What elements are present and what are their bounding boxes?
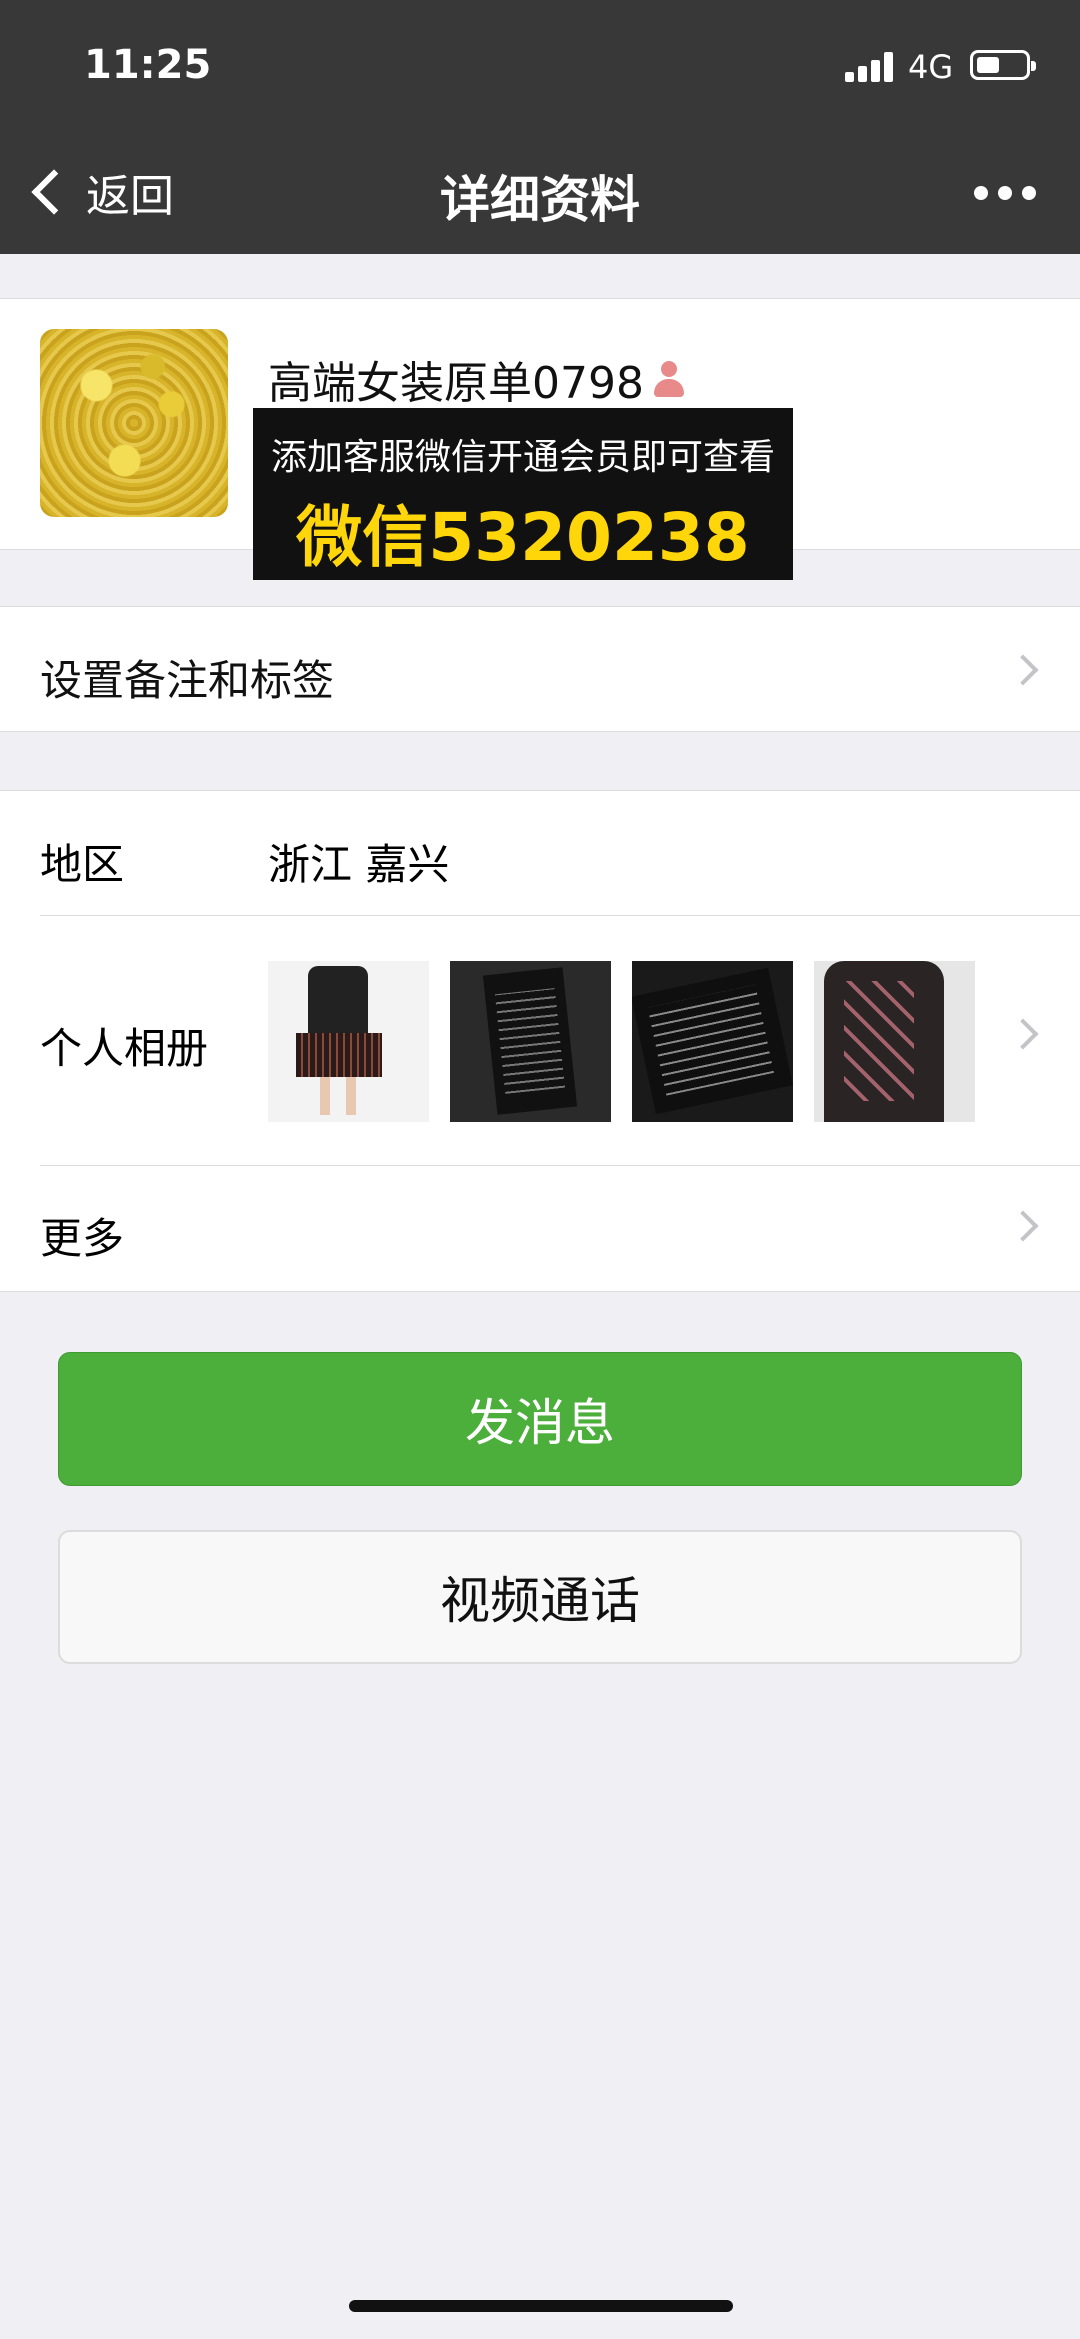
region-label: 地区 xyxy=(40,840,125,889)
chevron-right-icon xyxy=(1007,1210,1039,1242)
divider xyxy=(40,915,1080,916)
album-thumb-dress xyxy=(268,961,429,1122)
divider xyxy=(40,1165,1080,1166)
signal-icon xyxy=(845,52,897,82)
network-type: 4G xyxy=(908,48,954,86)
home-indicator[interactable] xyxy=(349,2300,733,2312)
album-thumb-coat xyxy=(814,961,975,1122)
status-bar: 11:25 4G xyxy=(0,0,1080,130)
chevron-right-icon xyxy=(1007,654,1039,686)
chevron-right-icon xyxy=(1007,1018,1039,1050)
region-value: 浙江 嘉兴 xyxy=(268,840,450,889)
female-person-icon xyxy=(652,359,686,399)
album-thumb-label xyxy=(632,961,793,1122)
profile-nickname: 高端女装原单0798 xyxy=(268,347,686,411)
album-label: 个人相册 xyxy=(40,1024,209,1073)
more-label: 更多 xyxy=(40,1214,125,1263)
nickname-text: 高端女装原单0798 xyxy=(268,358,644,409)
page-title: 详细资料 xyxy=(440,171,640,229)
send-message-button[interactable]: 发消息 xyxy=(58,1352,1022,1486)
promo-line2: 微信5320238 xyxy=(296,499,750,576)
status-time: 11:25 xyxy=(84,42,212,88)
album-thumbnails xyxy=(268,961,975,1122)
video-call-button[interactable]: 视频通话 xyxy=(58,1530,1022,1664)
avatar[interactable] xyxy=(40,329,228,517)
promo-line1: 添加客服微信开通会员即可查看 xyxy=(270,437,775,478)
promo-overlay: 添加客服微信开通会员即可查看 微信5320238 xyxy=(253,408,793,580)
info-card: 地区 浙江 嘉兴 个人相册 更多 xyxy=(0,790,1080,1292)
album-thumb-tag xyxy=(450,961,611,1122)
set-remark-label: 设置备注和标签 xyxy=(40,656,335,705)
battery-icon xyxy=(970,50,1036,80)
more-dots-icon[interactable] xyxy=(974,186,1036,200)
navigation-bar: 返回 详细资料 xyxy=(0,130,1080,254)
set-remark-row[interactable]: 设置备注和标签 xyxy=(0,606,1080,732)
